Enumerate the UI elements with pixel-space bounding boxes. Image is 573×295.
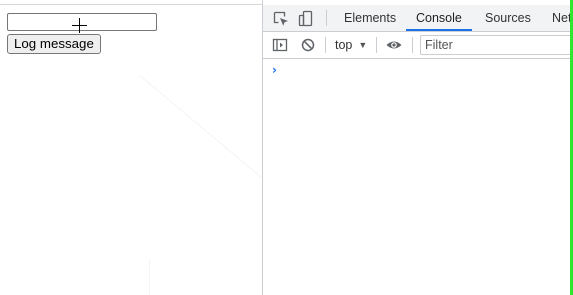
console-prompt[interactable]: › — [272, 63, 277, 77]
crosshair-cursor-icon — [72, 18, 87, 33]
toolbar-separator — [376, 37, 377, 53]
toolbar-separator — [325, 37, 326, 53]
toolbar-separator — [412, 37, 413, 53]
background-line — [139, 75, 263, 179]
devtools-tabbar: Elements Console Sources Net — [263, 5, 573, 32]
tab-elements[interactable]: Elements — [334, 5, 406, 31]
console-filter-input[interactable] — [420, 35, 573, 55]
tab-network[interactable]: Net — [542, 5, 573, 31]
eye-icon[interactable] — [385, 36, 403, 54]
dropdown-caret-icon: ▼ — [358, 40, 368, 50]
tab-console[interactable]: Console — [406, 5, 472, 31]
background-line — [149, 260, 150, 295]
tab-sources[interactable]: Sources — [475, 5, 541, 31]
context-selector[interactable]: top ▼ — [335, 36, 367, 54]
console-toolbar: top ▼ — [263, 32, 573, 59]
toolbar-separator — [326, 10, 327, 26]
sidebar-toggle-icon[interactable] — [271, 36, 289, 54]
web-page: Log message — [0, 5, 263, 295]
devtools-panel: Elements Console Sources Net top ▼ Filte… — [262, 0, 573, 295]
clear-console-icon[interactable] — [299, 36, 317, 54]
device-toolbar-icon[interactable] — [297, 10, 315, 28]
inspect-element-icon[interactable] — [272, 10, 290, 28]
screen: Log message Elements Console Sources Net… — [0, 0, 573, 295]
context-value: top — [335, 38, 353, 52]
log-message-button[interactable]: Log message — [7, 34, 101, 54]
